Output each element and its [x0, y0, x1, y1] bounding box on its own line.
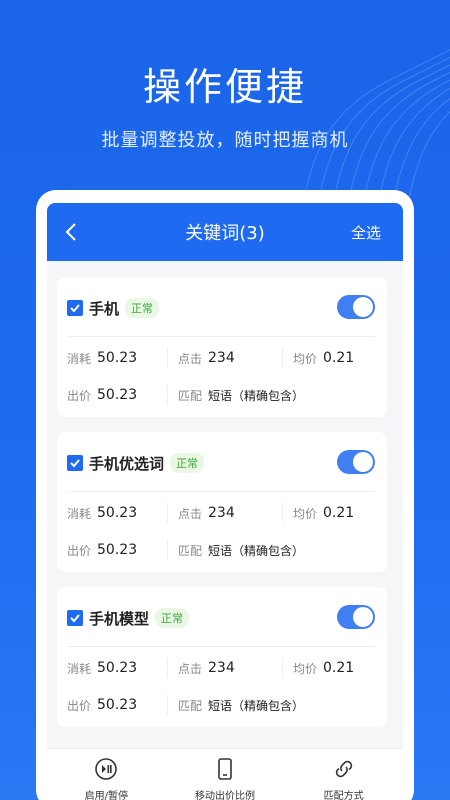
nav-bar: 关键词(3) 全选	[47, 203, 403, 261]
clicks-value: 234	[208, 505, 235, 521]
cost-label: 消耗	[67, 506, 92, 521]
bid-row: 出价 50.23 匹配 短语（精确包含）	[67, 695, 375, 715]
avg-price-value: 0.21	[323, 350, 355, 366]
cost-value: 50.23	[97, 505, 138, 521]
keyword-card[interactable]: 手机 正常 消耗 50.23 点击 234 均价 0.21 出价 50.23 匹配 短语（…	[57, 277, 387, 417]
check-icon	[70, 459, 80, 468]
stats-row: 消耗 50.23 点击 234 均价 0.21	[67, 503, 375, 523]
cost-value: 50.23	[97, 350, 138, 366]
status-badge: 正常	[125, 298, 160, 318]
keyword-enable-toggle[interactable]	[337, 295, 375, 319]
keyword-enable-toggle[interactable]	[337, 450, 375, 474]
toolbar-label: 匹配方式	[323, 791, 364, 800]
match-value[interactable]: 短语（精确包含）	[208, 697, 304, 714]
keyword-checkbox[interactable]	[67, 455, 83, 471]
bid-value[interactable]: 50.23	[97, 697, 137, 713]
bid-value[interactable]: 50.23	[97, 387, 137, 403]
status-badge: 正常	[170, 453, 205, 473]
bid-label: 出价	[67, 388, 92, 403]
divider	[67, 491, 375, 492]
bid-value[interactable]: 50.23	[97, 542, 137, 558]
check-icon	[70, 304, 80, 313]
bid-label: 出价	[67, 543, 92, 558]
keyword-name: 手机优选词	[89, 454, 165, 473]
match-value[interactable]: 短语（精确包含）	[208, 542, 304, 559]
keyword-card-header: 手机模型 正常	[67, 605, 375, 631]
page-title: 关键词(3)	[185, 223, 265, 244]
match-label: 匹配	[178, 543, 203, 558]
status-badge: 正常	[155, 608, 190, 628]
divider	[67, 336, 375, 337]
bid-row: 出价 50.23 匹配 短语（精确包含）	[67, 385, 375, 405]
chevron-left-icon[interactable]	[61, 221, 83, 243]
keyword-card[interactable]: 手机优选词 正常 消耗 50.23 点击 234 均价 0.21 出价 50.23 匹配…	[57, 432, 387, 572]
clicks-value: 234	[208, 350, 235, 366]
cost-label: 消耗	[67, 661, 92, 676]
avg-price-label: 均价	[293, 506, 318, 521]
promo-title: 操作便捷	[142, 65, 307, 109]
keyword-card-header: 手机 正常	[67, 295, 375, 321]
toolbar-enable-pause-button[interactable]: 启用/暂停	[47, 749, 166, 800]
keyword-checkbox[interactable]	[67, 300, 83, 316]
toolbar-mobile-bid-ratio-button[interactable]: 移动出价比例	[166, 749, 285, 800]
divider	[67, 646, 375, 647]
clicks-label: 点击	[178, 661, 203, 676]
cost-value: 50.23	[97, 660, 138, 676]
cost-label: 消耗	[67, 351, 92, 366]
avg-price-value: 0.21	[323, 660, 355, 676]
toolbar-label: 启用/暂停	[84, 791, 129, 800]
keyword-checkbox[interactable]	[67, 610, 83, 626]
avg-price-value: 0.21	[323, 505, 355, 521]
stats-row: 消耗 50.23 点击 234 均价 0.21	[67, 658, 375, 678]
clicks-label: 点击	[178, 351, 203, 366]
keyword-card[interactable]: 手机模型 正常 消耗 50.23 点击 234 均价 0.21 出价 50.23 匹配短…	[57, 587, 387, 727]
check-icon	[70, 614, 80, 623]
toggle-knob	[353, 607, 373, 627]
keyword-enable-toggle[interactable]	[337, 605, 375, 629]
toolbar-match-type-button[interactable]: 匹配方式	[284, 749, 403, 800]
match-label: 匹配	[178, 698, 203, 713]
select-all-button[interactable]: 全选	[351, 222, 381, 243]
avg-price-label: 均价	[293, 661, 318, 676]
match-label: 匹配	[178, 388, 203, 403]
bid-label: 出价	[67, 698, 92, 713]
clicks-value: 234	[208, 660, 235, 676]
avg-price-label: 均价	[293, 351, 318, 366]
toggle-knob	[353, 452, 373, 472]
link-icon	[335, 760, 352, 778]
match-value[interactable]: 短语（精确包含）	[208, 387, 304, 404]
clicks-label: 点击	[178, 506, 203, 521]
keyword-card-header: 手机优选词 正常	[67, 450, 375, 476]
stats-row: 消耗 50.23 点击 234 均价 0.21	[67, 348, 375, 368]
toggle-knob	[353, 297, 373, 317]
play-pause-icon	[95, 758, 118, 780]
bid-row: 出价 50.23 匹配 短语（精确包含）	[67, 540, 375, 560]
app-screen: 关键词(3) 全选 手机 正常 消耗 50.23 点击 234 均价 0.21 出价 5…	[47, 203, 403, 800]
promo-subtitle: 批量调整投放，随时把握商机	[101, 130, 349, 151]
mobile-phone-icon	[218, 758, 232, 780]
keyword-name: 手机	[89, 299, 120, 318]
toolbar-label: 移动出价比例	[195, 791, 255, 800]
bottom-toolbar: 启用/暂停 移动出价比例 匹配方式	[47, 748, 403, 800]
keyword-name: 手机模型	[89, 609, 150, 628]
